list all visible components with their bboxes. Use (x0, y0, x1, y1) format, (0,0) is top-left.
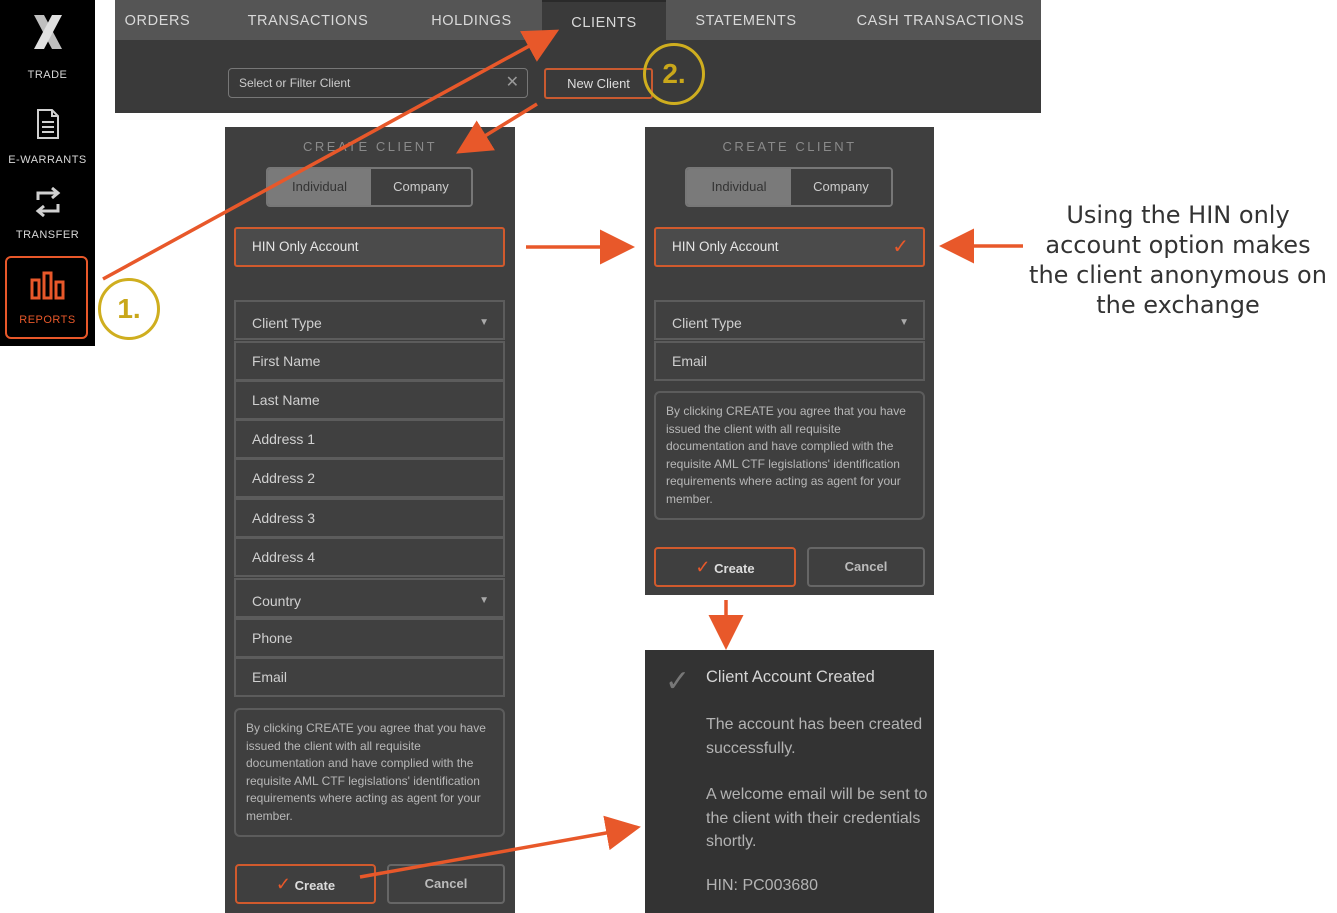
flow-arrows (102, 29, 1023, 879)
arrow-create-to-result (359, 815, 641, 879)
arrow-newclient-to-form (456, 102, 538, 154)
arrow-reports-to-clients (102, 29, 560, 281)
